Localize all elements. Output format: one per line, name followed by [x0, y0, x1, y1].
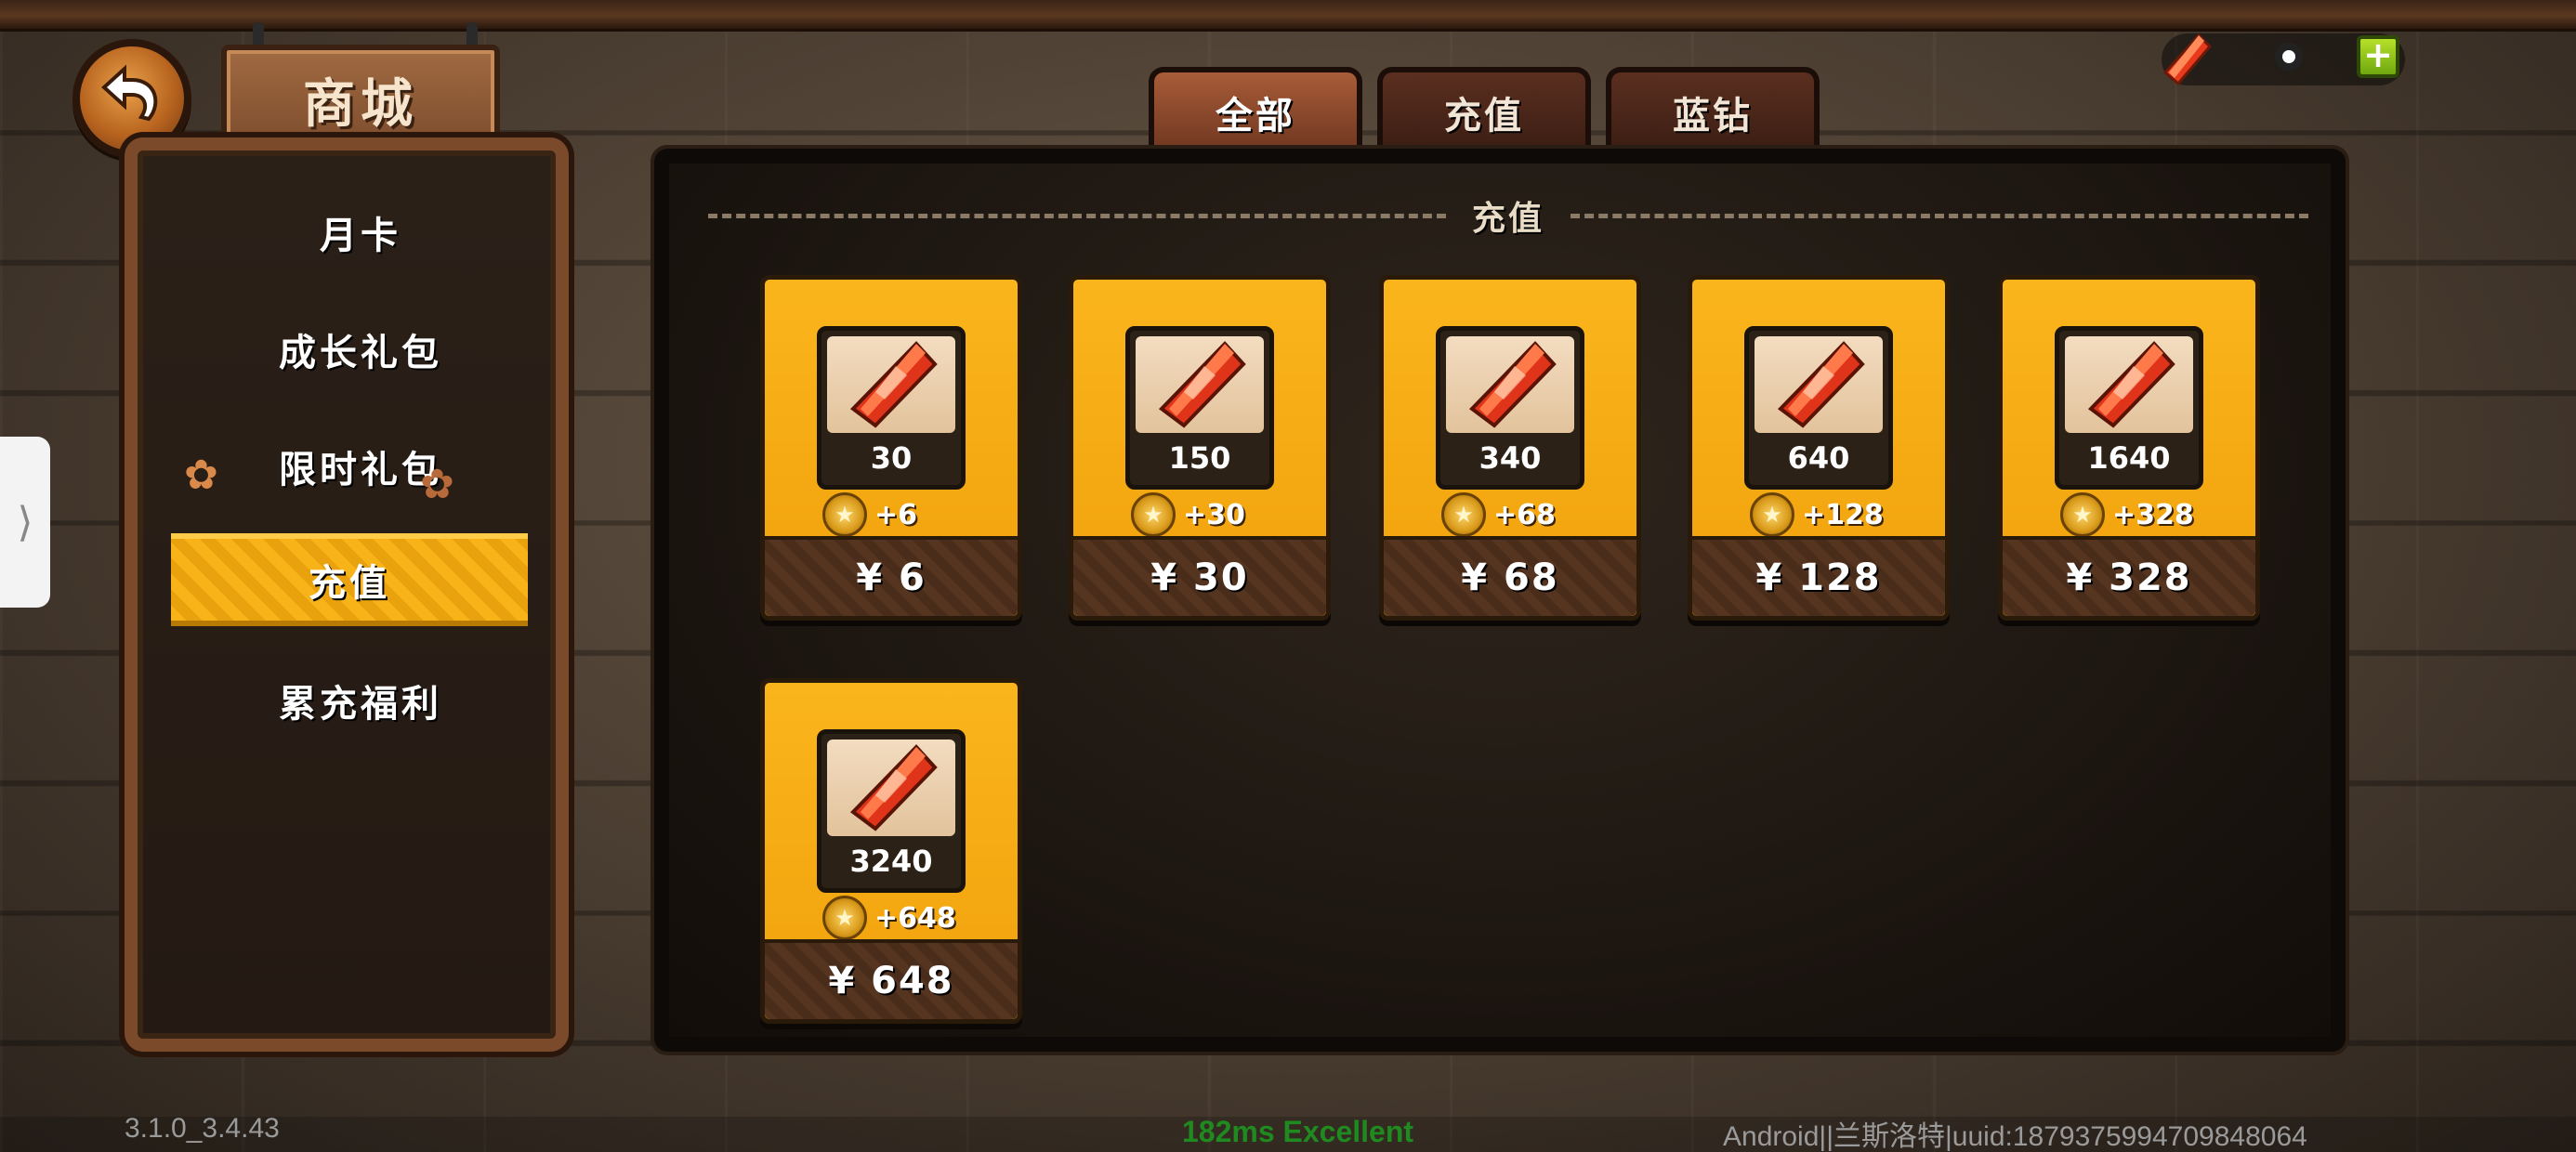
tab-all[interactable]: 全部	[1149, 67, 1362, 152]
red-crystal-icon	[2087, 341, 2175, 428]
product-art	[827, 740, 955, 836]
bonus-value: +648	[874, 901, 956, 935]
product-frame: 3240	[817, 729, 966, 893]
bonus-value: +68	[1493, 498, 1556, 531]
version-label: 3.1.0_3.4.43	[125, 1113, 280, 1144]
product-art	[1755, 336, 1883, 433]
sidebar-item-monthly-card[interactable]: 月卡	[184, 188, 537, 277]
product-price: ¥ 30	[1073, 536, 1326, 616]
product-amount: 3240	[849, 844, 933, 879]
tab-blue-diamond[interactable]: 蓝钻	[1606, 67, 1820, 152]
product-price: ¥ 328	[2003, 536, 2255, 616]
product-price: ¥ 128	[1692, 536, 1945, 616]
section-title: 充值	[1472, 200, 1545, 238]
product-card[interactable]: 640 ★ +128 ¥ 128	[1688, 275, 1950, 621]
plus-icon: +	[2363, 34, 2393, 75]
medal-icon: ★	[1441, 492, 1486, 537]
product-art	[2065, 336, 2193, 433]
product-amount: 30	[870, 440, 913, 476]
product-art	[1136, 336, 1264, 433]
product-amount: 640	[1787, 440, 1850, 476]
product-bonus: ★ +6	[822, 490, 917, 540]
add-currency-button[interactable]: +	[2357, 35, 2399, 78]
sidebar-item-growth-pack[interactable]: 成长礼包	[184, 305, 537, 394]
ping-status: 182ms Excellent	[1182, 1115, 1414, 1148]
product-card[interactable]: 1640 ★ +328 ¥ 328	[1998, 275, 2260, 621]
product-bonus: ★ +68	[1441, 490, 1556, 540]
product-bonus: ★ +128	[1750, 490, 1884, 540]
product-amount: 150	[1168, 440, 1231, 476]
sidebar-item-limited-pack[interactable]: 限时礼包	[184, 422, 537, 511]
category-sidebar: 月卡 成长礼包 限时礼包 ✿ ✿ 充值 累充福利	[125, 137, 569, 1052]
bonus-value: +30	[1183, 498, 1245, 531]
product-amount: 340	[1479, 440, 1542, 476]
red-crystal-icon	[1158, 341, 1246, 428]
product-frame: 340	[1436, 326, 1584, 490]
currency-value	[2275, 43, 2303, 71]
medal-icon: ★	[2060, 492, 2105, 537]
medal-icon: ★	[1750, 492, 1794, 537]
red-crystal-icon	[1777, 341, 1865, 428]
product-art	[1446, 336, 1574, 433]
product-frame: 640	[1744, 326, 1893, 490]
medal-icon: ★	[1131, 492, 1176, 537]
tab-recharge[interactable]: 充值	[1377, 67, 1591, 152]
section-header: 充值	[708, 190, 2308, 242]
bonus-value: +6	[874, 498, 918, 531]
red-crystal-icon	[1468, 341, 1557, 428]
bonus-value: +328	[2112, 498, 2194, 531]
red-crystal-icon	[2162, 33, 2213, 86]
page-title: 商城	[303, 73, 418, 135]
product-frame: 150	[1125, 326, 1274, 490]
red-crystal-icon	[849, 341, 938, 428]
shop-main-panel: 充值 30 ★ +6 ¥ 6 150 ★ +30 ¥ 30 340 ★ +68 …	[654, 149, 2346, 1052]
bonus-value: +128	[1802, 498, 1884, 531]
product-art	[827, 336, 955, 433]
product-bonus: ★ +328	[2060, 490, 2194, 540]
product-card[interactable]: 340 ★ +68 ¥ 68	[1379, 275, 1641, 621]
product-bonus: ★ +30	[1131, 490, 1245, 540]
product-card[interactable]: 150 ★ +30 ¥ 30	[1069, 275, 1331, 621]
product-card[interactable]: 30 ★ +6 ¥ 6	[760, 275, 1022, 621]
top-beam	[0, 0, 2576, 32]
flower-decoration-icon: ✿	[184, 452, 218, 499]
sidebar-item-cumulative-bonus[interactable]: 累充福利	[184, 656, 537, 745]
back-arrow-icon	[101, 64, 158, 122]
product-frame: 1640	[2055, 326, 2203, 490]
product-price: ¥ 68	[1384, 536, 1636, 616]
red-crystal-icon	[849, 744, 938, 831]
product-frame: 30	[817, 326, 966, 490]
medal-icon: ★	[822, 492, 867, 537]
side-panel-handle[interactable]: ⟩	[0, 437, 50, 608]
sidebar-item-recharge[interactable]: 充值	[171, 533, 528, 626]
device-info: Android||兰斯洛特|uuid:1879375994709848064	[1723, 1121, 2307, 1152]
flower-decoration-icon: ✿	[420, 461, 454, 508]
product-amount: 1640	[2087, 440, 2171, 476]
product-price: ¥ 648	[765, 939, 1018, 1019]
product-price: ¥ 6	[765, 536, 1018, 616]
product-bonus: ★ +648	[822, 893, 956, 943]
medal-icon: ★	[822, 896, 867, 940]
product-card[interactable]: 3240 ★ +648 ¥ 648	[760, 678, 1022, 1024]
